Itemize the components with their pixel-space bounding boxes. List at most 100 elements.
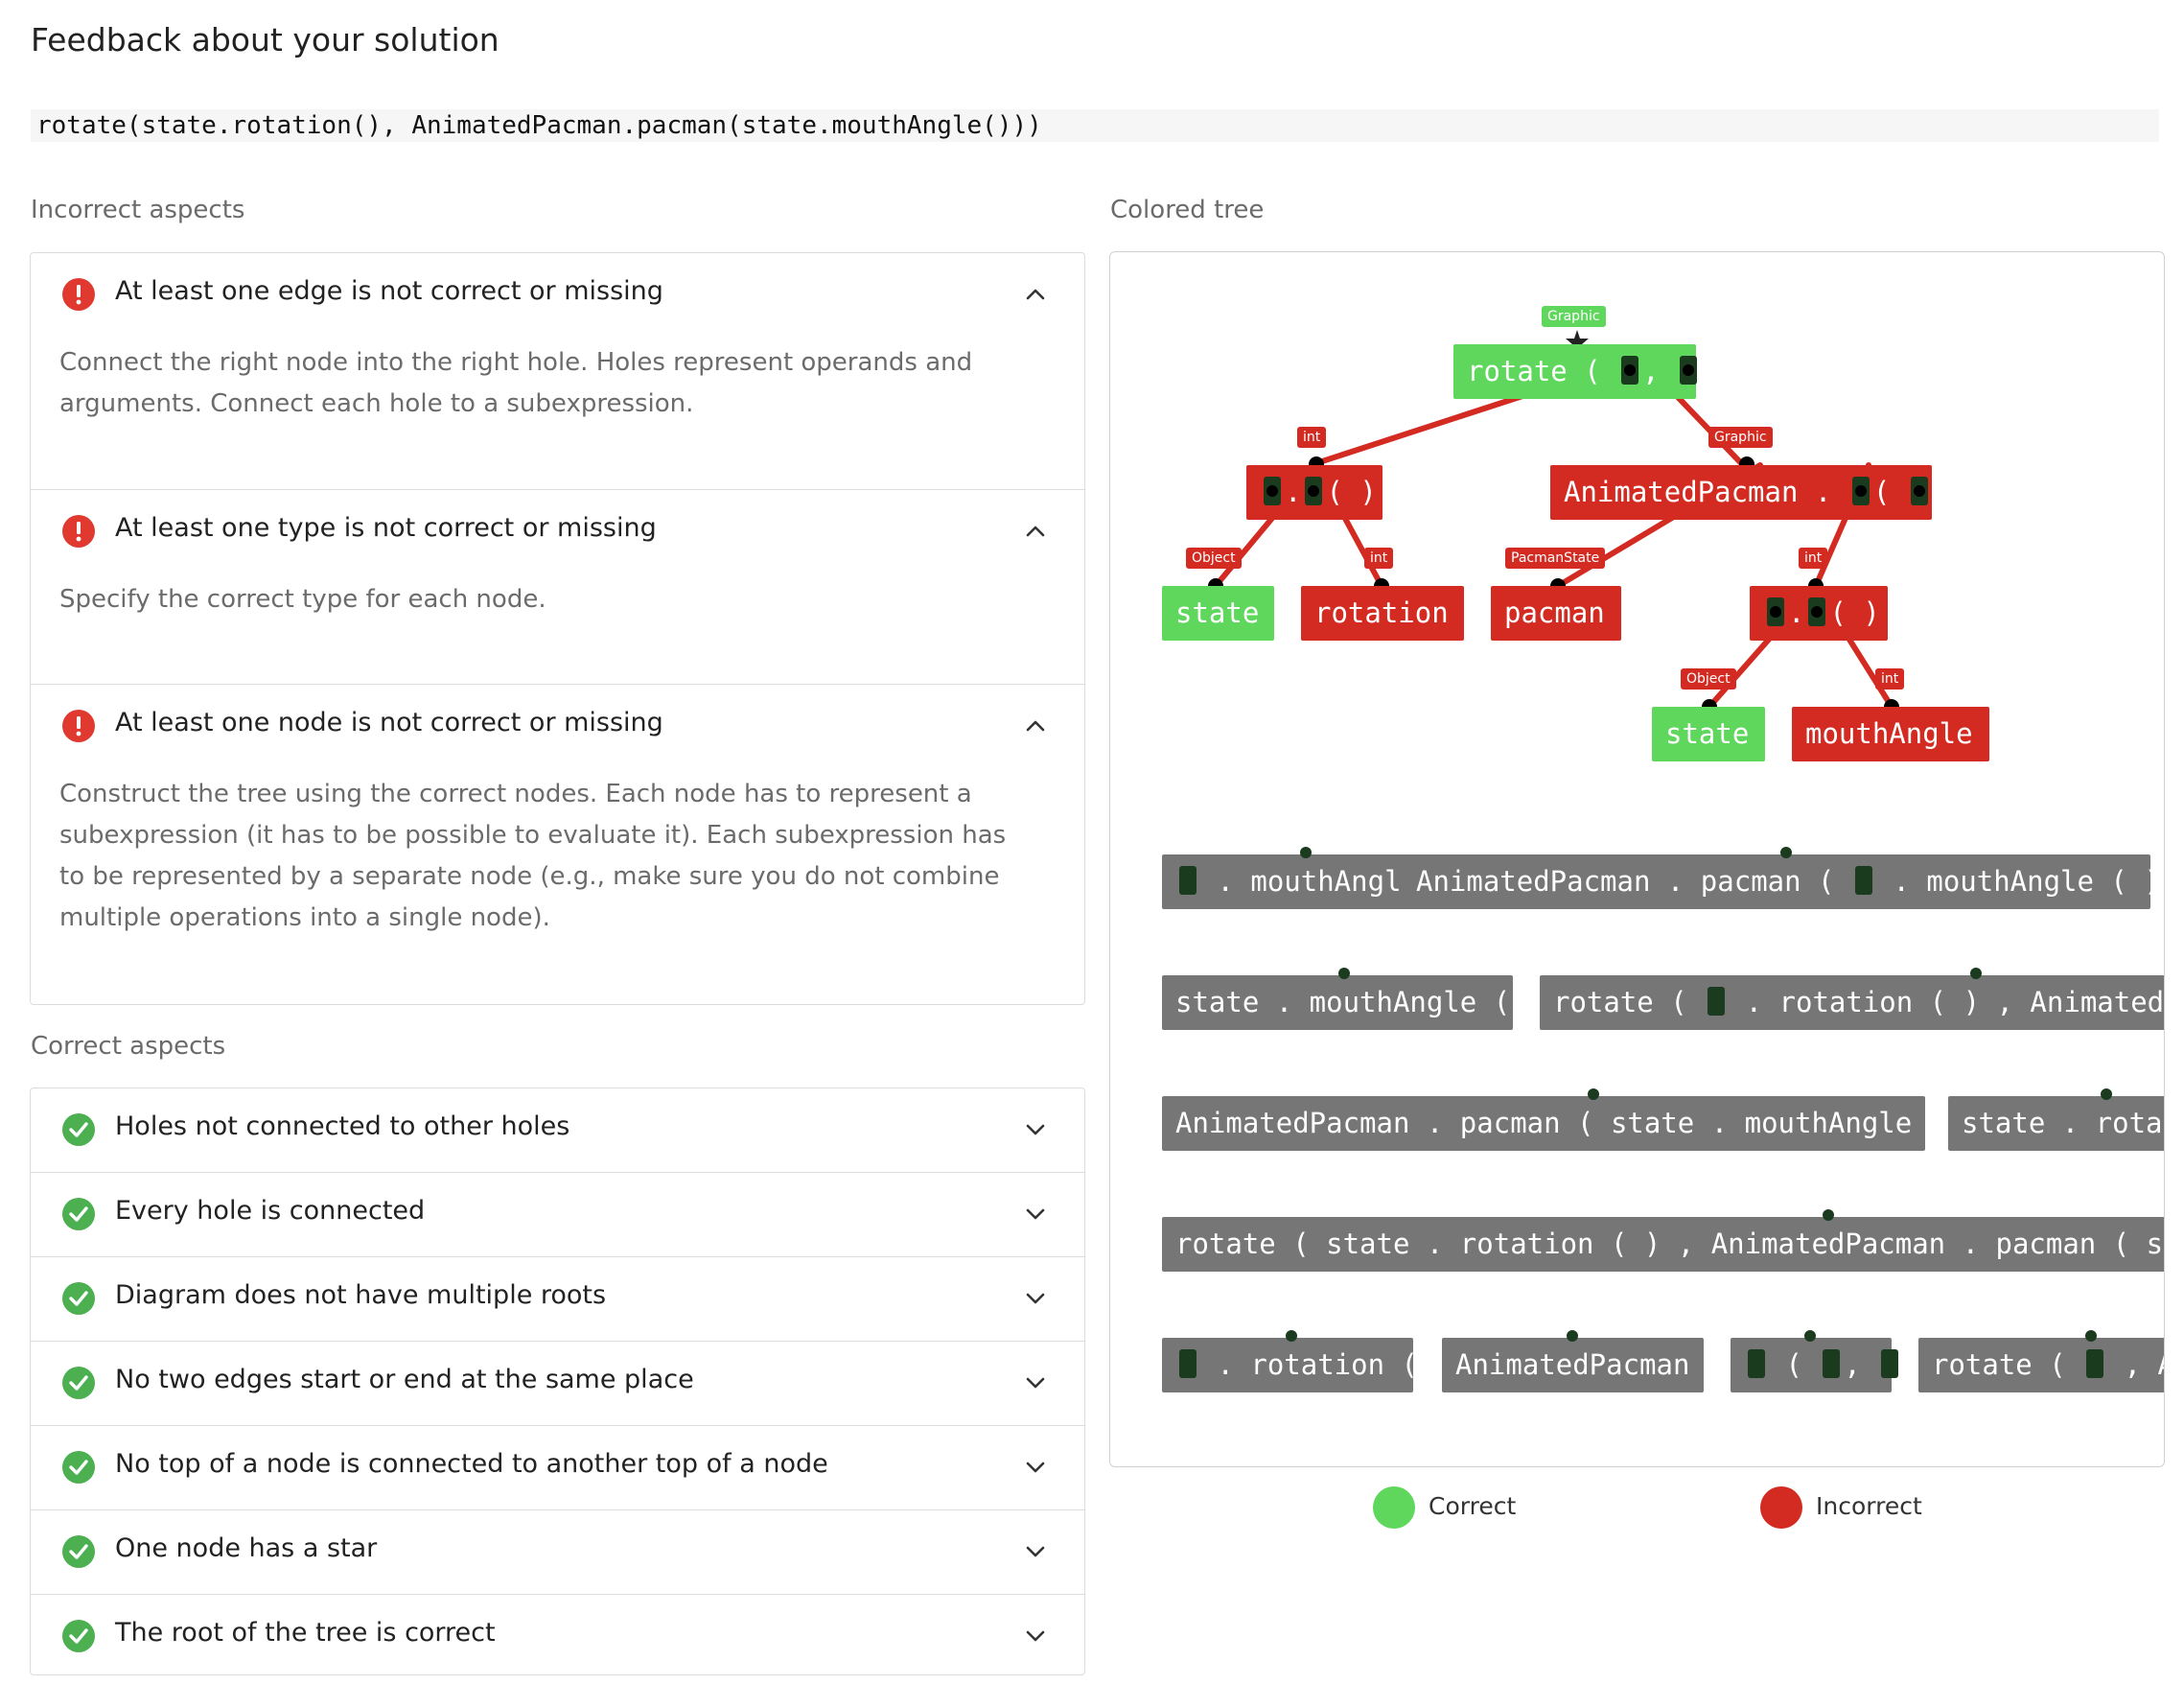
chevron-down-icon[interactable]: [1021, 1200, 1050, 1228]
tree-node-rotate[interactable]: rotate ( , ): [1453, 344, 1718, 399]
palette-node[interactable]: . mouthAngle ( ): [1162, 854, 1485, 909]
accordion-title: No two edges start or end at the same pl…: [115, 1365, 694, 1394]
palette-node-text: AnimatedPacman . pacman ( state . mouthA…: [1175, 1107, 2012, 1139]
type-label[interactable]: PacmanState: [1505, 548, 1606, 569]
type-label[interactable]: Object: [1681, 668, 1736, 690]
connector-dot[interactable]: [1821, 1207, 1836, 1223]
chevron-down-icon[interactable]: [1021, 1453, 1050, 1482]
chevron-up-icon[interactable]: [1021, 517, 1050, 546]
accordion-header-edge[interactable]: At least one edge is not correct or miss…: [31, 253, 1084, 337]
palette-node[interactable]: rotate ( state . rotation ( ) , Animated…: [1162, 1217, 2164, 1272]
tree-node-state[interactable]: state: [1162, 586, 1274, 641]
palette-node[interactable]: state . mouthAngle ( ): [1162, 975, 1544, 1030]
hole[interactable]: [2086, 1349, 2104, 1378]
chevron-down-icon[interactable]: [1021, 1115, 1050, 1144]
palette-node-tuple[interactable]: ( , ): [1731, 1338, 1919, 1392]
correct-aspect-row[interactable]: Every hole is connected: [31, 1173, 1084, 1257]
tree-node-state[interactable]: state: [1652, 707, 1765, 761]
tree-node-pacman[interactable]: pacman: [1491, 586, 1621, 641]
correct-aspect-row[interactable]: Diagram does not have multiple roots: [31, 1257, 1084, 1342]
type-label[interactable]: int: [1297, 427, 1327, 448]
chevron-down-icon[interactable]: [1021, 1284, 1050, 1313]
colored-tree-canvas[interactable]: Graphic rotate ( , ) int .( ) Graphic An…: [1109, 251, 2165, 1467]
incorrect-aspects-heading: Incorrect aspects: [31, 196, 245, 224]
tree-node-mouthangle[interactable]: mouthAngle: [1792, 707, 1989, 761]
hole[interactable]: [1621, 356, 1639, 385]
correct-aspect-row[interactable]: No top of a node is connected to another…: [31, 1426, 1084, 1510]
tree-node-animatedpacman-call[interactable]: AnimatedPacman . ( ): [1550, 465, 1948, 520]
connector-dot[interactable]: [1565, 1328, 1580, 1344]
palette-node[interactable]: AnimatedPacman . pacman ( state . mouthA…: [1162, 1096, 2012, 1151]
hole[interactable]: [1680, 356, 1698, 385]
connector-dot[interactable]: [2099, 1087, 2114, 1102]
accordion-title: One node has a star: [115, 1533, 378, 1563]
chevron-down-icon[interactable]: [1021, 1622, 1050, 1650]
palette-node[interactable]: rotate ( . rotation ( ) , AnimatedPacman: [1540, 975, 2164, 1030]
connector-dot[interactable]: [1336, 966, 1352, 981]
accordion-header[interactable]: Diagram does not have multiple roots: [31, 1257, 1084, 1341]
hole[interactable]: [1179, 1349, 1197, 1378]
chevron-down-icon[interactable]: [1021, 1537, 1050, 1566]
hole[interactable]: [1823, 1349, 1841, 1378]
hole[interactable]: [1264, 477, 1281, 505]
palette-node-text: . mouthAngle ( ) ): [1893, 865, 2165, 898]
correct-aspect-row[interactable]: No two edges start or end at the same pl…: [31, 1342, 1084, 1426]
palette-node[interactable]: AnimatedPacman: [1442, 1338, 1704, 1392]
accordion-header-node[interactable]: At least one node is not correct or miss…: [31, 685, 1084, 768]
accordion-header[interactable]: Holes not connected to other holes: [31, 1088, 1084, 1172]
check-circle-icon: [62, 1367, 95, 1399]
type-label[interactable]: Object: [1186, 548, 1242, 569]
correct-aspects-heading: Correct aspects: [31, 1032, 226, 1061]
palette-node-text: rotate (: [1553, 986, 1687, 1018]
chevron-down-icon[interactable]: [1021, 1368, 1050, 1397]
accordion-header[interactable]: One node has a star: [31, 1510, 1084, 1594]
palette-node[interactable]: state . rotat: [1948, 1096, 2164, 1151]
hole[interactable]: [1305, 477, 1323, 505]
hole[interactable]: [1748, 1349, 1765, 1378]
error-icon: [62, 710, 95, 742]
accordion-header[interactable]: The root of the tree is correct: [31, 1595, 1084, 1678]
colored-tree-heading: Colored tree: [1110, 196, 1265, 224]
connector-dot[interactable]: [2083, 1328, 2099, 1344]
check-circle-icon: [62, 1113, 95, 1146]
palette-node[interactable]: rotate ( , Ani: [1918, 1338, 2164, 1392]
chevron-up-icon[interactable]: [1021, 280, 1050, 309]
accordion-title: Diagram does not have multiple roots: [115, 1280, 607, 1310]
accordion-body: Specify the correct type for each node.: [59, 585, 546, 614]
connector-dot[interactable]: [1778, 845, 1794, 860]
hole[interactable]: [1808, 597, 1826, 626]
hole[interactable]: [1767, 597, 1784, 626]
type-label[interactable]: int: [1799, 548, 1828, 569]
type-label[interactable]: int: [1875, 668, 1905, 690]
correct-aspect-row[interactable]: Holes not connected to other holes: [31, 1088, 1084, 1173]
hole[interactable]: [1851, 477, 1870, 505]
tree-node-method-call[interactable]: .( ): [1246, 465, 1382, 520]
connector-dot[interactable]: [1298, 845, 1313, 860]
hole[interactable]: [1881, 1349, 1899, 1378]
type-label[interactable]: Graphic: [1542, 306, 1606, 327]
hole[interactable]: [1910, 477, 1928, 505]
connector-dot[interactable]: [1802, 1328, 1818, 1344]
connector-dot[interactable]: [1968, 966, 1984, 981]
tree-node-rotation[interactable]: rotation: [1301, 586, 1464, 641]
accordion-title: At least one node is not correct or miss…: [115, 708, 663, 737]
type-label[interactable]: int: [1364, 548, 1394, 569]
tree-node-method-call[interactable]: .( ): [1750, 586, 1888, 641]
hole[interactable]: [1854, 866, 1872, 895]
palette-node[interactable]: AnimatedPacman . pacman ( . mouthAngle (…: [1403, 854, 2164, 909]
hole[interactable]: [1708, 987, 1726, 1016]
node-label: AnimatedPacman: [1564, 476, 1799, 508]
correct-aspect-row[interactable]: The root of the tree is correct: [31, 1595, 1084, 1678]
accordion-header[interactable]: No top of a node is connected to another…: [31, 1426, 1084, 1509]
chevron-up-icon[interactable]: [1021, 712, 1050, 740]
legend-label: Correct: [1429, 1492, 1517, 1520]
type-label[interactable]: Graphic: [1708, 427, 1773, 448]
accordion-header-type[interactable]: At least one type is not correct or miss…: [31, 490, 1084, 573]
connector-dot[interactable]: [1586, 1087, 1601, 1102]
accordion-header[interactable]: Every hole is connected: [31, 1173, 1084, 1256]
connector-dot[interactable]: [1284, 1328, 1299, 1344]
hole[interactable]: [1179, 866, 1197, 895]
accordion-header[interactable]: No two edges start or end at the same pl…: [31, 1342, 1084, 1425]
palette-node[interactable]: . rotation ( ): [1162, 1338, 1452, 1392]
correct-aspect-row[interactable]: One node has a star: [31, 1510, 1084, 1595]
